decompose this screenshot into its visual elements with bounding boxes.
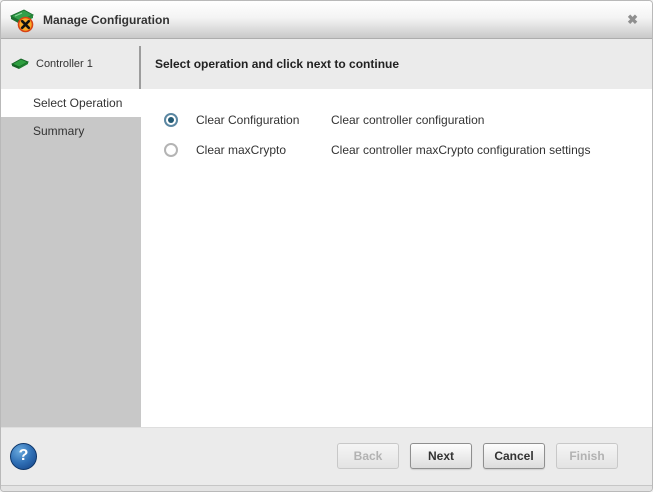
- operation-label[interactable]: Clear Configuration: [196, 113, 331, 127]
- dialog-bottom-edge: [1, 485, 652, 491]
- cancel-button[interactable]: Cancel: [483, 443, 545, 469]
- operation-description: Clear controller maxCrypto configuration…: [331, 143, 590, 157]
- header-band: Controller 1 Select operation and click …: [1, 39, 652, 89]
- wizard-buttons: Back Next Cancel Finish: [337, 443, 618, 469]
- manage-configuration-icon: [9, 7, 35, 33]
- instruction-text: Select operation and click next to conti…: [141, 39, 652, 89]
- back-button: Back: [337, 443, 399, 469]
- manage-configuration-dialog: Manage Configuration ✖ Controller 1 Sele…: [0, 0, 653, 492]
- radio-clear-maxcrypto[interactable]: [164, 143, 178, 157]
- next-button[interactable]: Next: [410, 443, 472, 469]
- sidebar-item-select-operation[interactable]: Select Operation: [1, 89, 141, 117]
- sidebar-item-summary[interactable]: Summary: [1, 117, 141, 145]
- dialog-title: Manage Configuration: [43, 13, 170, 27]
- close-icon[interactable]: ✖: [625, 11, 640, 28]
- controller-card-icon: [11, 58, 29, 71]
- radio-clear-configuration[interactable]: [164, 113, 178, 127]
- wizard-step-sidebar: Select Operation Summary: [1, 89, 141, 427]
- titlebar: Manage Configuration ✖: [1, 1, 652, 39]
- context-label: Controller 1: [36, 58, 93, 70]
- finish-button: Finish: [556, 443, 618, 469]
- operation-panel: Clear Configuration Clear controller con…: [141, 89, 652, 427]
- footer-bar: ? Back Next Cancel Finish: [1, 427, 652, 491]
- operation-description: Clear controller configuration: [331, 113, 484, 127]
- operation-row-clear-maxcrypto: Clear maxCrypto Clear controller maxCryp…: [141, 135, 652, 165]
- context-header: Controller 1: [1, 39, 139, 89]
- dialog-body: Select Operation Summary Clear Configura…: [1, 89, 652, 427]
- help-icon[interactable]: ?: [10, 443, 37, 470]
- operation-label[interactable]: Clear maxCrypto: [196, 143, 331, 157]
- operation-row-clear-configuration: Clear Configuration Clear controller con…: [141, 105, 652, 135]
